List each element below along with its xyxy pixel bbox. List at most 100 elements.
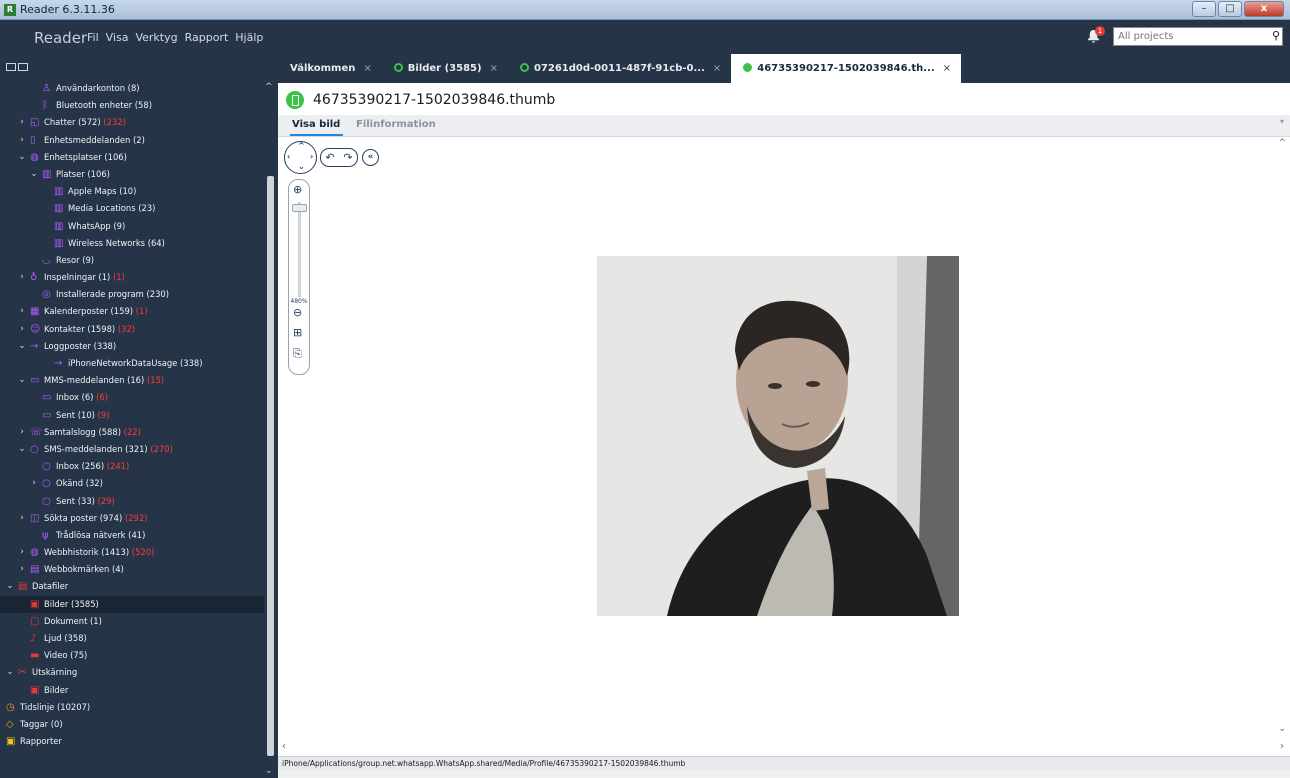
chevron-down-icon[interactable]: ⌄ xyxy=(29,166,39,183)
chevron-right-icon[interactable]: › xyxy=(17,132,27,149)
tree-item[interactable]: ▭ Inbox (6) (6) xyxy=(0,389,264,406)
sidebar-scroll-thumb[interactable] xyxy=(267,176,274,756)
tree-item[interactable]: ◡ Resor (9) xyxy=(0,252,264,269)
viewer-scroll-left-icon[interactable]: ‹ xyxy=(282,741,286,752)
chevron-down-icon[interactable]: ⌄ xyxy=(17,149,27,166)
chevron-down-icon[interactable]: ⌄ xyxy=(5,664,15,681)
minimize-button[interactable]: – xyxy=(1192,1,1216,17)
tree-item[interactable]: ⌄ ▥ Platser (106) xyxy=(0,166,264,183)
tab-valkommen[interactable]: Välkommen × xyxy=(278,54,382,83)
notifications-button[interactable]: 1 xyxy=(1086,26,1105,45)
zoom-in-icon[interactable]: ⊕ xyxy=(293,183,302,196)
tree-item[interactable]: ⌄ ✂ Utskärning xyxy=(0,664,264,681)
pan-right-icon[interactable]: › xyxy=(310,152,313,161)
chevron-down-icon[interactable]: ⌄ xyxy=(5,578,15,595)
close-tab-icon[interactable]: × xyxy=(943,63,951,74)
close-tab-icon[interactable]: × xyxy=(363,63,371,74)
chevron-down-icon[interactable]: ⌄ xyxy=(17,338,27,355)
close-tab-icon[interactable]: × xyxy=(713,63,721,74)
tree-item[interactable]: ▥ WhatsApp (9) xyxy=(0,218,264,235)
panel-collapse-icon[interactable]: ▾ xyxy=(1280,117,1284,126)
tree-item[interactable]: ⌄ ▭ MMS-meddelanden (16) (15) xyxy=(0,372,264,389)
viewer-scroll-down-icon[interactable]: ⌄ xyxy=(1278,724,1286,734)
tree-item[interactable]: ⌄ ◍ Enhetsplatser (106) xyxy=(0,149,264,166)
tree-item[interactable]: ◷ Tidslinje (10207) xyxy=(0,699,264,716)
tab-thumb-file[interactable]: 46735390217-1502039846.th... × xyxy=(731,54,962,83)
tree-item[interactable]: ▥ Apple Maps (10) xyxy=(0,183,264,200)
subtab-visa-bild[interactable]: Visa bild xyxy=(289,119,344,136)
fit-to-window-icon[interactable]: ⊞ xyxy=(293,326,302,339)
rotate-left-icon[interactable]: ↶ xyxy=(325,151,334,164)
chevron-right-icon[interactable]: › xyxy=(17,321,27,338)
tree-item[interactable]: ▬ Video (75) xyxy=(0,647,264,664)
chevron-right-icon[interactable]: › xyxy=(17,269,27,286)
scroll-up-icon[interactable]: ^ xyxy=(265,82,273,92)
tree-item[interactable]: › ☺ Kontakter (1598) (32) xyxy=(0,321,264,338)
tab-bilder[interactable]: Bilder (3585) × xyxy=(382,54,508,83)
tree-item[interactable]: › ◱ Chatter (572) (232) xyxy=(0,114,264,131)
chevron-right-icon[interactable]: › xyxy=(17,510,27,527)
collapse-toolbar-icon[interactable]: « xyxy=(362,149,379,166)
close-button[interactable]: x xyxy=(1244,1,1284,17)
tree-item[interactable]: › ▦ Kalenderposter (159) (1) xyxy=(0,303,264,320)
rotate-right-icon[interactable]: ↷ xyxy=(343,151,352,164)
search-icon[interactable]: ⚲ xyxy=(1272,29,1280,42)
tree-item[interactable]: › ♁ Inspelningar (1) (1) xyxy=(0,269,264,286)
tree-item[interactable]: ⌄ → Loggposter (338) xyxy=(0,338,264,355)
folder-icon[interactable] xyxy=(18,63,28,71)
chevron-right-icon[interactable]: › xyxy=(17,114,27,131)
tree-item[interactable]: › ☏ Samtalslogg (588) (22) xyxy=(0,424,264,441)
tree-item[interactable]: › ▤ Webbokmärken (4) xyxy=(0,561,264,578)
chevron-right-icon[interactable]: › xyxy=(17,544,27,561)
subtab-filinformation[interactable]: Filinformation xyxy=(356,119,436,130)
tree-item[interactable]: ▥ Media Locations (23) xyxy=(0,200,264,217)
pan-left-icon[interactable]: ‹ xyxy=(287,152,290,161)
tree-item[interactable]: ♪ Ljud (358) xyxy=(0,630,264,647)
tree-item[interactable]: → iPhoneNetworkDataUsage (338) xyxy=(0,355,264,372)
project-search-input[interactable] xyxy=(1114,28,1264,45)
tree-item[interactable]: › ▯ Enhetsmeddelanden (2) xyxy=(0,132,264,149)
menu-visa[interactable]: Visa xyxy=(106,31,129,44)
tree-item[interactable]: ◇ Taggar (0) xyxy=(0,716,264,733)
menu-fil[interactable]: Fil xyxy=(87,31,99,44)
zoom-out-icon[interactable]: ⊖ xyxy=(293,306,302,319)
tree-item[interactable]: ▭ Sent (10) (9) xyxy=(0,407,264,424)
maximize-button[interactable]: □ xyxy=(1218,1,1242,17)
tree-item[interactable]: ⌄ ○ SMS-meddelanden (321) (270) xyxy=(0,441,264,458)
tree-item[interactable]: ψ Trådlösa nätverk (41) xyxy=(0,527,264,544)
tree-item[interactable]: ▣ Rapporter xyxy=(0,733,264,750)
tree-item[interactable]: › ○ Okänd (32) xyxy=(0,475,264,492)
pan-down-icon[interactable]: ⌄ xyxy=(298,162,305,171)
viewer-scroll-right-icon[interactable]: › xyxy=(1280,741,1284,752)
zoom-slider-handle[interactable] xyxy=(292,204,307,212)
tree-item[interactable]: ⌄ ▤ Datafiler xyxy=(0,578,264,595)
tree-item[interactable]: ◎ Installerade program (230) xyxy=(0,286,264,303)
close-tab-icon[interactable]: × xyxy=(490,63,498,74)
open-folder-icon[interactable] xyxy=(6,63,16,71)
zoom-slider-track[interactable] xyxy=(298,202,301,297)
tree-item[interactable]: › ◫ Sökta poster (974) (292) xyxy=(0,510,264,527)
export-image-icon[interactable]: ⎘ xyxy=(293,347,302,361)
sidebar-scrollbar[interactable]: ^ ⌄ xyxy=(264,80,278,778)
pan-up-icon[interactable]: ^ xyxy=(298,141,305,150)
chevron-right-icon[interactable]: › xyxy=(17,424,27,441)
chevron-right-icon[interactable]: › xyxy=(17,303,27,320)
tree-item[interactable]: ▣ Bilder xyxy=(0,682,264,699)
viewer-scroll-up-icon[interactable]: ^ xyxy=(1278,138,1286,148)
pan-control[interactable]: ^ ‹ › ⌄ xyxy=(284,141,317,174)
tree-item[interactable]: ▢ Dokument (1) xyxy=(0,613,264,630)
tree-item[interactable]: › ◍ Webbhistorik (1413) (520) xyxy=(0,544,264,561)
tab-file-07261d0d[interactable]: 07261d0d-0011-487f-91cb-0... × xyxy=(508,54,731,83)
tree-item[interactable]: ○ Inbox (256) (241) xyxy=(0,458,264,475)
menu-hjalp[interactable]: Hjälp xyxy=(235,31,263,44)
tree-item[interactable]: ᛒ Bluetooth enheter (58) xyxy=(0,97,264,114)
chevron-right-icon[interactable]: › xyxy=(29,475,39,492)
tree-item[interactable]: ○ Sent (33) (29) xyxy=(0,493,264,510)
chevron-down-icon[interactable]: ⌄ xyxy=(17,372,27,389)
tree-item[interactable]: ▣ Bilder (3585) xyxy=(0,595,264,613)
menu-verktyg[interactable]: Verktyg xyxy=(135,31,177,44)
menu-rapport[interactable]: Rapport xyxy=(185,31,229,44)
tree-item[interactable]: ▥ Wireless Networks (64) xyxy=(0,235,264,252)
scroll-down-icon[interactable]: ⌄ xyxy=(265,766,273,776)
chevron-right-icon[interactable]: › xyxy=(17,561,27,578)
